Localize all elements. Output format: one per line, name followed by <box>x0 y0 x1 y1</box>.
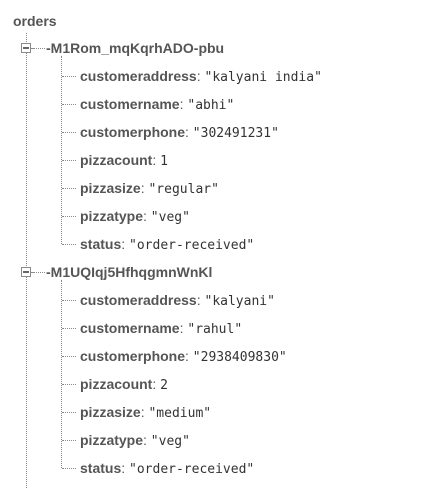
field-row[interactable]: pizzasize: "regular" <box>80 179 219 199</box>
field-key: customername <box>80 320 180 336</box>
order-key-connector <box>32 48 45 49</box>
field-key: pizzasize <box>80 180 141 196</box>
field-connector <box>62 328 76 329</box>
field-value: "2938409830" <box>192 350 287 365</box>
field-value: 2 <box>160 378 168 393</box>
root-connector <box>26 33 27 488</box>
order-node-key[interactable]: -M1Rom_mqKqrhADO-pbu <box>46 39 224 57</box>
field-connector <box>62 300 76 301</box>
field-value: "rahul" <box>187 322 243 337</box>
field-value: "abhi" <box>187 98 235 113</box>
field-key: pizzatype <box>80 208 144 224</box>
field-connector <box>62 440 76 441</box>
order-node-key[interactable]: -M1UQIqj5HfhqgmnWnKl <box>46 263 212 281</box>
field-connector <box>62 468 76 469</box>
field-row[interactable]: status: "order-received" <box>80 235 254 255</box>
field-key: customername <box>80 96 180 112</box>
field-separator: : <box>121 460 130 476</box>
field-row[interactable]: customername: "abhi" <box>80 95 234 115</box>
field-row[interactable]: pizzacount: 1 <box>80 151 168 171</box>
field-key: customerphone <box>80 348 186 364</box>
field-connector <box>62 356 76 357</box>
field-connector <box>62 244 76 245</box>
field-value: "veg" <box>150 210 190 225</box>
field-separator: : <box>143 208 151 224</box>
field-value: "veg" <box>150 434 190 449</box>
field-connector <box>62 216 76 217</box>
field-separator: : <box>185 348 193 364</box>
field-row[interactable]: customerphone: "2938409830" <box>80 347 287 367</box>
field-connector <box>62 132 76 133</box>
minus-box-icon[interactable] <box>21 43 31 53</box>
field-row[interactable]: customeraddress: "kalyani" <box>80 291 275 311</box>
field-value: "regular" <box>148 182 219 197</box>
field-value: "kalyani india" <box>204 70 322 85</box>
field-value: "302491231" <box>192 126 279 141</box>
field-value: "order-received" <box>129 238 255 253</box>
field-connector <box>62 104 76 105</box>
field-key: pizzacount <box>80 376 153 392</box>
field-connector <box>62 412 76 413</box>
field-separator: : <box>152 376 161 392</box>
field-row[interactable]: customeraddress: "kalyani india" <box>80 67 322 87</box>
field-row[interactable]: status: "order-received" <box>80 459 254 479</box>
field-row[interactable]: customername: "rahul" <box>80 319 242 339</box>
field-value: 1 <box>160 154 168 169</box>
field-key: pizzasize <box>80 404 141 420</box>
field-key: customeraddress <box>80 292 197 308</box>
field-separator: : <box>196 292 205 308</box>
order-key-connector <box>32 272 45 273</box>
field-separator: : <box>143 432 151 448</box>
field-key: status <box>80 236 122 252</box>
field-connector <box>62 76 76 77</box>
database-tree: orders -M1Rom_mqKqrhADO-pbu customeraddre… <box>0 0 428 490</box>
field-row[interactable]: pizzatype: "veg" <box>80 207 190 227</box>
field-connector <box>62 384 76 385</box>
field-separator: : <box>152 152 161 168</box>
field-value: "order-received" <box>129 462 255 477</box>
field-value: "medium" <box>148 406 212 421</box>
field-connector <box>62 160 76 161</box>
field-value: "kalyani" <box>204 294 275 309</box>
root-node-label[interactable]: orders <box>13 12 57 30</box>
field-key: status <box>80 460 122 476</box>
field-key: pizzacount <box>80 152 153 168</box>
field-key: pizzatype <box>80 432 144 448</box>
field-row[interactable]: pizzacount: 2 <box>80 375 168 395</box>
field-separator: : <box>185 124 193 140</box>
field-row[interactable]: pizzasize: "medium" <box>80 403 211 423</box>
field-connector <box>62 188 76 189</box>
field-row[interactable]: pizzatype: "veg" <box>80 431 190 451</box>
field-key: customerphone <box>80 124 186 140</box>
field-separator: : <box>121 236 130 252</box>
field-row[interactable]: customerphone: "302491231" <box>80 123 279 143</box>
minus-box-icon[interactable] <box>21 267 31 277</box>
field-separator: : <box>196 68 205 84</box>
field-key: customeraddress <box>80 68 197 84</box>
